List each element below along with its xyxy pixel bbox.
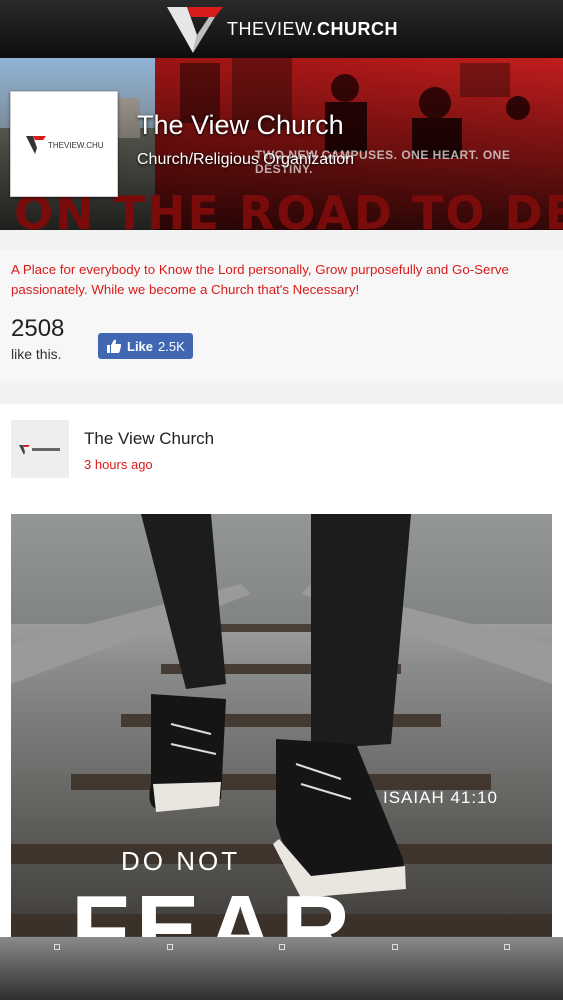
post-image[interactable]: ISAIAH 41:10 DO NOT FEAR [11,514,552,944]
post-author-avatar[interactable] [11,420,69,478]
logo-text-bold: CHURCH [317,18,398,39]
post-image-line2: FEAR [71,876,357,945]
post-author-name[interactable]: The View Church [84,429,214,449]
top-header-bar: THEVIEW.CHURCH [0,0,563,58]
post-timestamp[interactable]: 3 hours ago [84,457,153,472]
the-view-church-logo-icon[interactable] [165,1,225,57]
like-count-label: like this. [11,346,62,362]
like-button-label: Like [127,338,154,354]
post-image-verse: ISAIAH 41:10 [383,788,499,807]
nav-dot-3[interactable] [279,944,285,950]
svg-text:THEVIEW.CHURCH: THEVIEW.CHURCH [48,141,104,150]
logo-text-light: THEVIEW. [226,18,317,39]
nav-dot-5[interactable] [504,944,510,950]
page-description: A Place for everybody to Know the Lord p… [11,262,509,297]
bottom-nav-bar [0,937,563,1000]
like-button-count: 2.5K [158,338,185,354]
page-category: Church/Religious Organization [137,151,354,168]
nav-dot-4[interactable] [392,944,398,950]
nav-dot-1[interactable] [54,944,60,950]
logo-wordmark: THEVIEW.CHURCH [227,19,398,40]
post-card: The View Church 3 hours ago ISAIAH 41:10… [0,404,563,944]
the-view-church-logo-icon [19,445,60,455]
nav-dot-2[interactable] [167,944,173,950]
thumbs-up-icon [107,339,122,353]
page-name[interactable]: The View Church [137,110,344,141]
the-view-church-logo-icon: THEVIEW.CHURCH [26,136,104,154]
page-info-section: A Place for everybody to Know the Lord p… [0,250,563,383]
page-profile-picture[interactable]: THEVIEW.CHURCH [10,91,118,197]
like-button[interactable]: Like 2.5K [98,333,193,359]
cover-photo: TWO NEW CAMPUSES. ONE HEART. ONE DESTINY… [0,58,563,230]
like-count: 2508 [11,315,65,342]
post-image-line1: DO NOT [121,846,241,876]
